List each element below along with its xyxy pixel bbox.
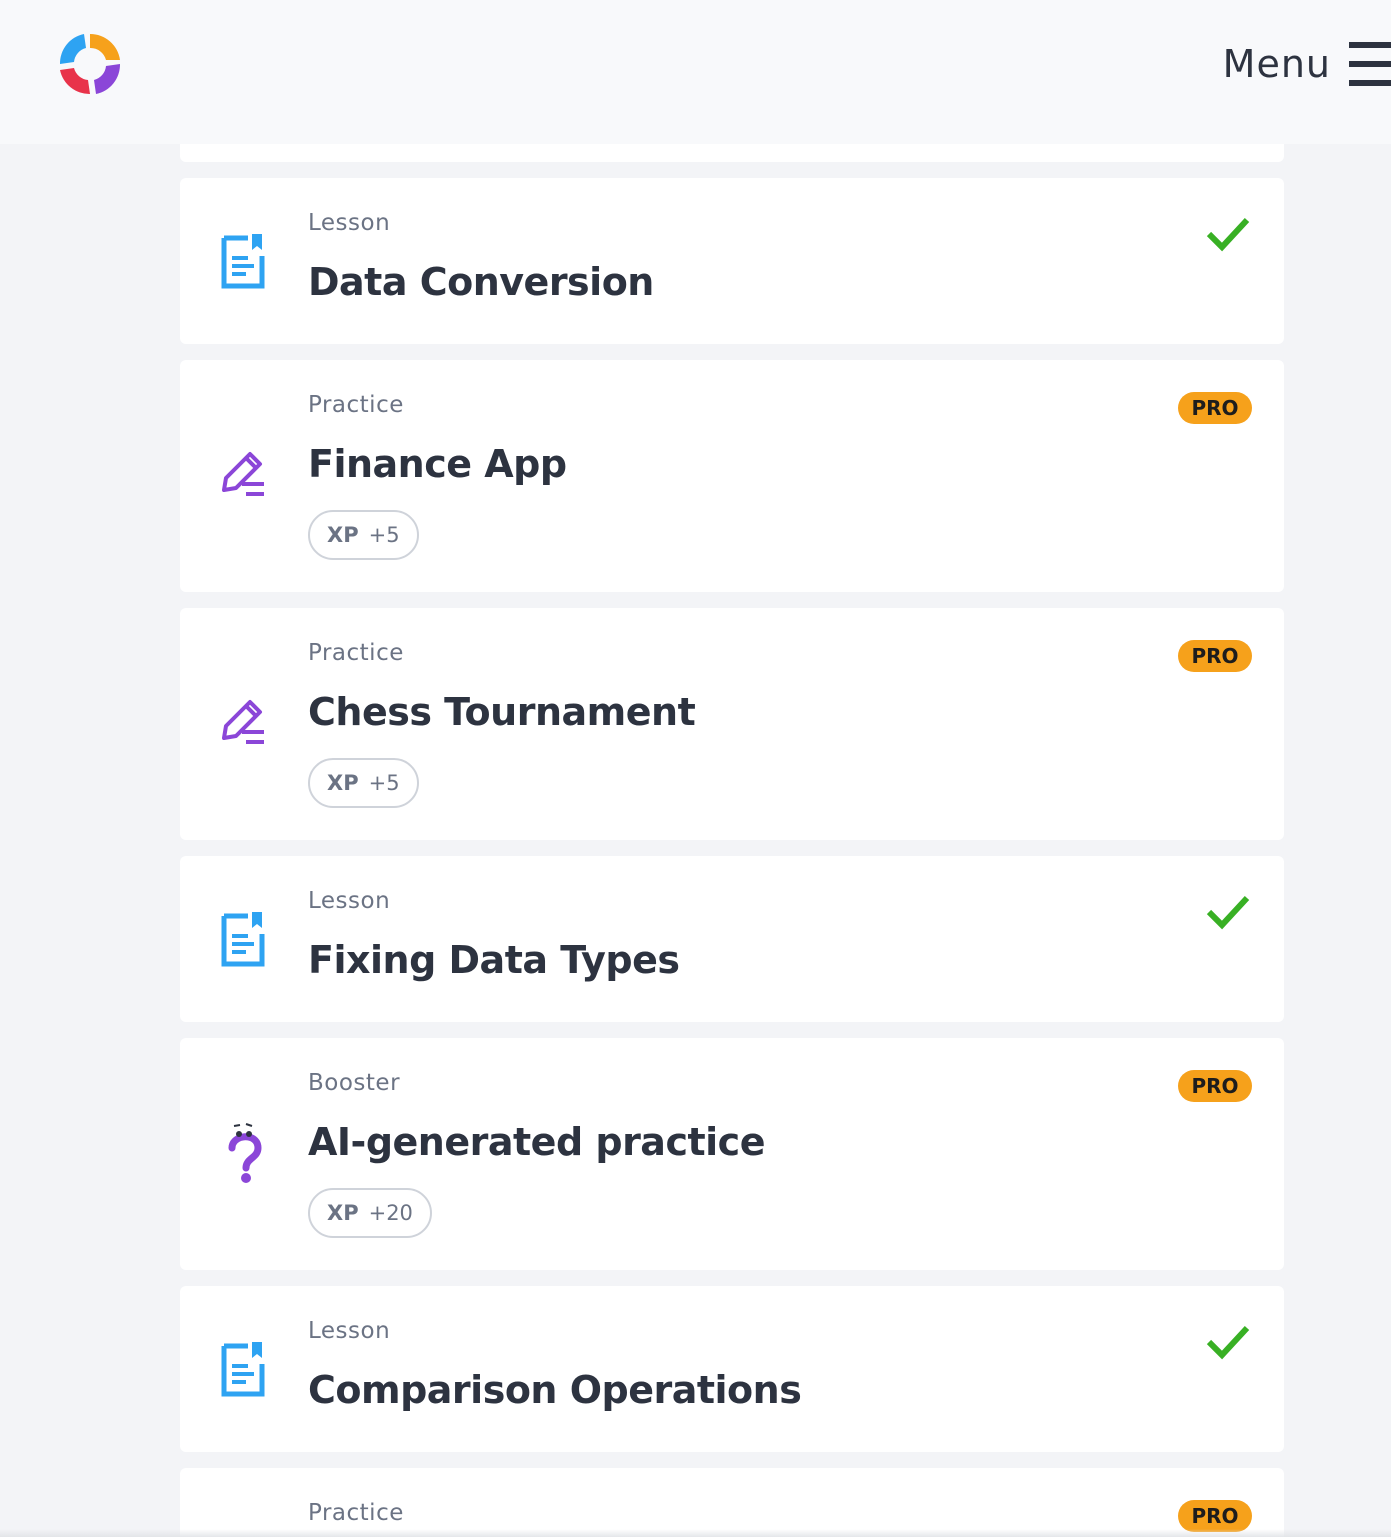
item-title: Data Conversion	[308, 260, 654, 304]
pro-badge: PRO	[1178, 640, 1252, 672]
menu-label: Menu	[1222, 42, 1331, 86]
xp-value: +5	[368, 523, 400, 547]
item-title: Fixing Data Types	[308, 938, 680, 982]
pro-badge: PRO	[1178, 1500, 1252, 1532]
list-item-lesson[interactable]: Lesson Fixing Data Types	[180, 856, 1284, 1022]
lesson-icon	[221, 1342, 265, 1397]
item-kind: Lesson	[308, 1318, 391, 1344]
list-item-lesson[interactable]: Lesson Comparison Operations	[180, 1286, 1284, 1452]
item-title: AI-generated practice	[308, 1120, 765, 1164]
xp-label: XP	[327, 1201, 359, 1225]
item-title: Chess Tournament	[308, 690, 696, 734]
xp-badge: XP +5	[308, 510, 419, 560]
list-item-booster[interactable]: Booster AI-generated practice XP +20 PRO	[180, 1038, 1284, 1270]
lesson-icon	[221, 912, 265, 967]
lesson-icon	[221, 234, 265, 289]
pencil-icon	[222, 452, 264, 496]
list-item-practice[interactable]: Practice PRO	[180, 1468, 1284, 1537]
bottom-shadow	[0, 1529, 1391, 1537]
pencil-icon	[222, 700, 264, 744]
item-kind: Lesson	[308, 210, 391, 236]
xp-value: +20	[368, 1201, 413, 1225]
xp-label: XP	[327, 771, 359, 795]
question-mark-icon	[228, 1123, 262, 1183]
logo-icon[interactable]	[56, 30, 124, 98]
item-title: Finance App	[308, 442, 567, 486]
item-kind: Practice	[308, 640, 404, 666]
pro-badge: PRO	[1178, 392, 1252, 424]
top-header: Menu	[0, 0, 1391, 144]
check-icon	[1206, 217, 1250, 252]
xp-badge: XP +20	[308, 1188, 432, 1238]
xp-badge: XP +5	[308, 758, 419, 808]
item-title: Comparison Operations	[308, 1368, 802, 1412]
list-item-practice[interactable]: Practice Finance App XP +5 PRO	[180, 360, 1284, 592]
list-item-partial[interactable]	[180, 144, 1284, 162]
xp-label: XP	[327, 523, 359, 547]
item-kind: Lesson	[308, 888, 391, 914]
list-item-lesson[interactable]: Lesson Data Conversion	[180, 178, 1284, 344]
item-kind: Booster	[308, 1070, 401, 1096]
menu-button[interactable]: Menu	[1223, 38, 1391, 90]
hamburger-icon	[1349, 42, 1391, 86]
check-icon	[1206, 895, 1250, 930]
pro-badge: PRO	[1178, 1070, 1252, 1102]
xp-value: +5	[368, 771, 400, 795]
item-kind: Practice	[308, 1500, 404, 1526]
check-icon	[1206, 1325, 1250, 1360]
item-kind: Practice	[308, 392, 404, 418]
list-item-practice[interactable]: Practice Chess Tournament XP +5 PRO	[180, 608, 1284, 840]
